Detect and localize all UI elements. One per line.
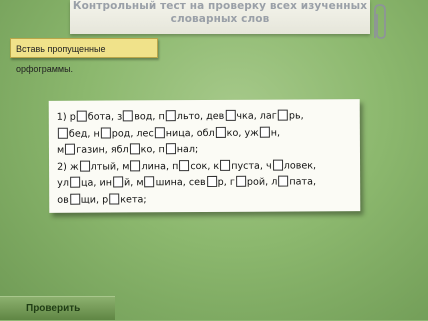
exercise-text: 1) р бота, з вод, п льто, дев чка, лаг рь, бед… xyxy=(57,108,358,209)
word-fragment: лина, п xyxy=(141,160,179,172)
exercise-card: 1) р бота, з вод, п льто, дев чка, лаг рь, бед… xyxy=(48,99,361,213)
missing-letter-box[interactable] xyxy=(69,176,80,188)
word-fragment: ца, ин xyxy=(80,177,113,189)
word-fragment: ница, обл xyxy=(165,127,215,139)
exercise-line: м газин, ябл ко, п нал; xyxy=(57,141,357,159)
word-fragment: вод, п xyxy=(134,111,165,123)
missing-letter-box[interactable] xyxy=(154,126,165,138)
word-fragment: бед, н xyxy=(68,128,100,140)
page-title-line-1: Контрольный тест на проверку всех изучен… xyxy=(72,0,368,12)
exercise-line: ул ца, ин й, м шина, сев р, г рой, л пата, xyxy=(57,174,357,192)
missing-letter-box[interactable] xyxy=(69,193,80,205)
word-fragment: ловек, xyxy=(283,159,317,172)
missing-letter-box[interactable] xyxy=(112,176,124,188)
word-fragment: род, лес xyxy=(111,127,154,139)
word-fragment: ул xyxy=(57,177,69,189)
exercise-line: ов щи, р кета; xyxy=(57,191,357,209)
missing-letter-box[interactable] xyxy=(109,192,120,204)
word-fragment: ко, уж xyxy=(226,127,259,139)
missing-letter-box[interactable] xyxy=(65,143,76,155)
title-banner: Контрольный тест на проверку всех изучен… xyxy=(70,0,370,34)
missing-letter-box[interactable] xyxy=(79,160,90,172)
exercise-line: бед, н род, лес ница, обл ко, уж н, xyxy=(57,125,357,143)
missing-letter-box[interactable] xyxy=(165,143,176,155)
word-fragment: ов xyxy=(57,194,69,206)
missing-letter-box[interactable] xyxy=(129,143,140,155)
word-fragment: лтый, м xyxy=(90,160,130,173)
word-fragment: льто, дев xyxy=(176,110,225,123)
word-fragment: рь, xyxy=(288,110,304,122)
word-fragment: пуста, ч xyxy=(231,160,272,172)
missing-letter-box[interactable] xyxy=(76,110,87,122)
word-fragment: чка, лаг xyxy=(236,110,277,122)
word-fragment: кета; xyxy=(120,193,147,205)
exercise-line: 2) ж лтый, м лина, п сок, к пуста, ч ловек, xyxy=(57,158,357,176)
missing-letter-box[interactable] xyxy=(179,159,190,171)
missing-letter-box[interactable] xyxy=(144,176,155,188)
missing-letter-box[interactable] xyxy=(165,110,176,122)
word-fragment: ко, п xyxy=(140,144,165,156)
missing-letter-box[interactable] xyxy=(278,175,289,187)
check-button[interactable]: Проверить xyxy=(0,296,115,320)
word-fragment: шина, сев xyxy=(155,176,206,189)
missing-letter-box[interactable] xyxy=(123,110,134,122)
paperclip-icon xyxy=(374,4,386,39)
word-fragment: н, xyxy=(270,127,281,139)
missing-letter-box[interactable] xyxy=(215,126,226,138)
word-fragment: пата, xyxy=(289,176,317,188)
missing-letter-box[interactable] xyxy=(259,126,270,138)
missing-letter-box[interactable] xyxy=(277,109,288,121)
missing-letter-box[interactable] xyxy=(130,159,141,171)
missing-letter-box[interactable] xyxy=(206,175,217,187)
word-fragment: 1) р xyxy=(56,111,76,123)
word-fragment: газин, ябл xyxy=(76,144,129,156)
word-fragment: бота, з xyxy=(87,111,123,123)
word-fragment: сок, к xyxy=(190,160,220,172)
missing-letter-box[interactable] xyxy=(220,159,231,171)
word-fragment: щи, р xyxy=(80,194,109,206)
word-fragment: р, г xyxy=(217,176,235,188)
word-fragment: м xyxy=(56,144,65,156)
missing-letter-box[interactable] xyxy=(225,109,236,121)
word-fragment: рой, л xyxy=(246,176,278,188)
app-stage: Контрольный тест на проверку всех изучен… xyxy=(0,0,428,320)
word-fragment: нал; xyxy=(176,144,199,156)
exercise-line: 1) р бота, з вод, п льто, дев чка, лаг рь, xyxy=(57,108,357,126)
missing-letter-box[interactable] xyxy=(100,126,111,139)
word-fragment: й, м xyxy=(123,177,144,189)
instruction-label: Вставь пропущенные орфограммы. xyxy=(10,38,158,74)
missing-letter-box[interactable] xyxy=(272,159,283,171)
page-title-line-2: словарных слов xyxy=(170,13,270,25)
missing-letter-box[interactable] xyxy=(57,127,68,139)
word-fragment: 2) ж xyxy=(57,161,79,173)
missing-letter-box[interactable] xyxy=(235,175,246,187)
